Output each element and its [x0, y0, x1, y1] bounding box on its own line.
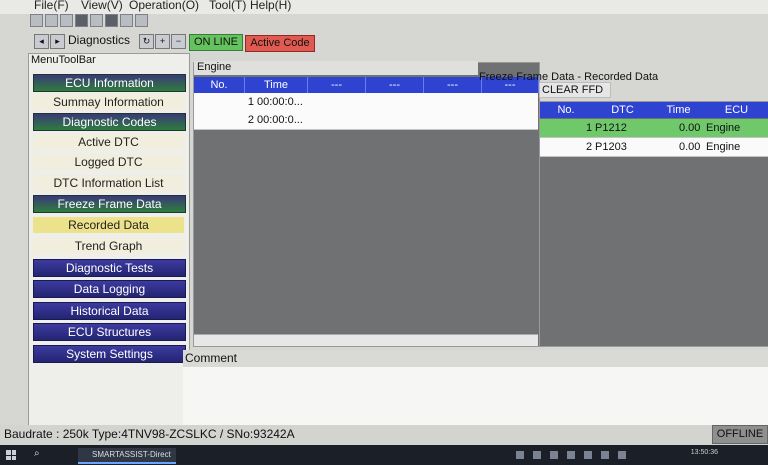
sidebar-summary-information[interactable]: Summay Information: [33, 94, 184, 110]
engine-table-row[interactable]: 2 00:00:0...: [194, 111, 538, 130]
status-text: Baudrate : 250k Type:4TNV98-ZCSLKC / SNo…: [4, 427, 295, 441]
menu-file[interactable]: File(F): [34, 0, 69, 12]
engine-row-time: 00:00:0...: [257, 96, 303, 108]
toolbar: ◂ ▸ Diagnostics ↻ + − ON LINE Active Cod…: [0, 31, 768, 53]
sidebar-recorded-data[interactable]: Recorded Data: [33, 217, 184, 233]
engine-panel-title: Engine: [194, 61, 478, 75]
ffd-row-no: 1: [586, 122, 593, 134]
tray-icon[interactable]: [618, 451, 626, 459]
engine-header-col4[interactable]: ---: [366, 77, 424, 93]
sidebar-diagnostic-codes[interactable]: Diagnostic Codes: [33, 113, 186, 131]
taskbar-app-label: SMARTASSIST-Direct: [92, 450, 171, 459]
print-icon[interactable]: [60, 14, 73, 27]
menu-tool[interactable]: Tool(T): [209, 0, 246, 12]
engine-row-time: 00:00:0...: [257, 114, 303, 126]
engine-horizontal-scrollbar[interactable]: [194, 334, 538, 346]
sidebar-diagnostic-tests[interactable]: Diagnostic Tests: [33, 259, 186, 277]
ffd-header-no[interactable]: No.: [540, 102, 592, 118]
connect-icon[interactable]: [75, 14, 88, 27]
open-icon[interactable]: [30, 14, 43, 27]
tray-icon[interactable]: [584, 451, 592, 459]
sidebar-active-dtc[interactable]: Active DTC: [33, 134, 184, 150]
refresh-icon[interactable]: ↻: [139, 34, 154, 49]
engine-row-no: 2: [247, 114, 254, 126]
clear-ffd-button[interactable]: CLEAR FFD: [539, 82, 611, 98]
engine-header-col3[interactable]: ---: [308, 77, 366, 93]
back-icon[interactable]: ◂: [34, 34, 49, 49]
ffd-data-panel: No. DTC Time ECU 1 P1212 0.00 Engine 2 P…: [539, 101, 768, 347]
ffd-header-dtc[interactable]: DTC: [592, 102, 653, 118]
ffd-row-ecu: Engine: [706, 122, 741, 134]
sidebar-dtc-information-list[interactable]: DTC Information List: [33, 175, 184, 191]
tray-icon[interactable]: [533, 451, 541, 459]
ffd-row-dtc: P1203: [595, 141, 627, 153]
menu-bar: File(F) View(V) Operation(O) Tool(T) Hel…: [0, 0, 768, 14]
ffd-row-no: 2: [586, 141, 593, 153]
windows-start-icon[interactable]: [6, 450, 16, 460]
system-tray: [516, 450, 714, 460]
menu-view[interactable]: View(V): [81, 0, 123, 12]
disconnect-icon[interactable]: [90, 14, 103, 27]
settings-icon[interactable]: [105, 14, 118, 27]
menu-toolbar-panel: MenuToolBar ECU Information Summay Infor…: [28, 53, 190, 427]
chart-icon[interactable]: [120, 14, 133, 27]
offline-indicator: OFFLINE: [712, 425, 768, 444]
ffd-table-row[interactable]: 1 P1212 0.00 Engine: [540, 119, 768, 138]
sidebar-historical-data[interactable]: Historical Data: [33, 302, 186, 320]
engine-header-no[interactable]: No.: [194, 77, 245, 93]
ffd-header-ecu[interactable]: ECU: [704, 102, 768, 118]
quick-icon-row: [30, 14, 148, 28]
engine-table-row[interactable]: 1 00:00:0...: [194, 93, 538, 112]
sidebar-logged-dtc[interactable]: Logged DTC: [33, 154, 184, 170]
help-icon[interactable]: [135, 14, 148, 27]
sidebar-system-settings[interactable]: System Settings: [33, 345, 186, 363]
sidebar-data-logging[interactable]: Data Logging: [33, 280, 186, 298]
engine-header-col5[interactable]: ---: [424, 77, 482, 93]
comment-label: Comment: [183, 350, 768, 367]
forward-icon[interactable]: ▸: [50, 34, 65, 49]
sidebar-trend-graph[interactable]: Trend Graph: [33, 238, 184, 254]
search-icon[interactable]: ⌕: [34, 448, 40, 459]
tray-icon[interactable]: [550, 451, 558, 459]
taskbar-clock: 13:50:36: [690, 449, 718, 456]
ffd-table-row[interactable]: 2 P1203 0.00 Engine: [540, 138, 768, 157]
comment-area[interactable]: [183, 367, 768, 425]
minus-icon[interactable]: −: [171, 34, 186, 49]
sidebar-ecu-structures[interactable]: ECU Structures: [33, 323, 186, 341]
tray-icon[interactable]: [601, 451, 609, 459]
add-icon[interactable]: +: [155, 34, 170, 49]
engine-data-panel: Engine No. Time --- --- --- --- 1 00:00:…: [193, 61, 540, 347]
ffd-header-time[interactable]: Time: [653, 102, 704, 118]
engine-row-no: 1: [247, 96, 254, 108]
status-bar: Baudrate : 250k Type:4TNV98-ZCSLKC / SNo…: [0, 425, 768, 445]
taskbar-app-button[interactable]: SMARTASSIST-Direct: [78, 448, 176, 464]
active-code-indicator[interactable]: Active Code: [245, 35, 315, 52]
tray-icon[interactable]: [567, 451, 575, 459]
sidebar-freeze-frame-data[interactable]: Freeze Frame Data: [33, 195, 186, 213]
ffd-row-time: 0.00: [679, 141, 701, 153]
menu-operation[interactable]: Operation(O): [129, 0, 199, 12]
save-icon[interactable]: [45, 14, 58, 27]
diagnostics-label: Diagnostics: [68, 33, 131, 47]
online-indicator: ON LINE: [189, 34, 243, 51]
ffd-row-dtc: P1212: [595, 122, 627, 134]
sidebar-ecu-information[interactable]: ECU Information: [33, 74, 186, 92]
engine-header-time[interactable]: Time: [245, 77, 308, 93]
tray-icon[interactable]: [516, 451, 524, 459]
ffd-row-ecu: Engine: [706, 141, 741, 153]
taskbar: ⌕ SMARTASSIST-Direct 13:50:36: [0, 445, 768, 465]
ffd-row-time: 0.00: [679, 122, 701, 134]
menu-toolbar-title: MenuToolBar: [31, 54, 96, 66]
menu-help[interactable]: Help(H): [250, 0, 291, 12]
